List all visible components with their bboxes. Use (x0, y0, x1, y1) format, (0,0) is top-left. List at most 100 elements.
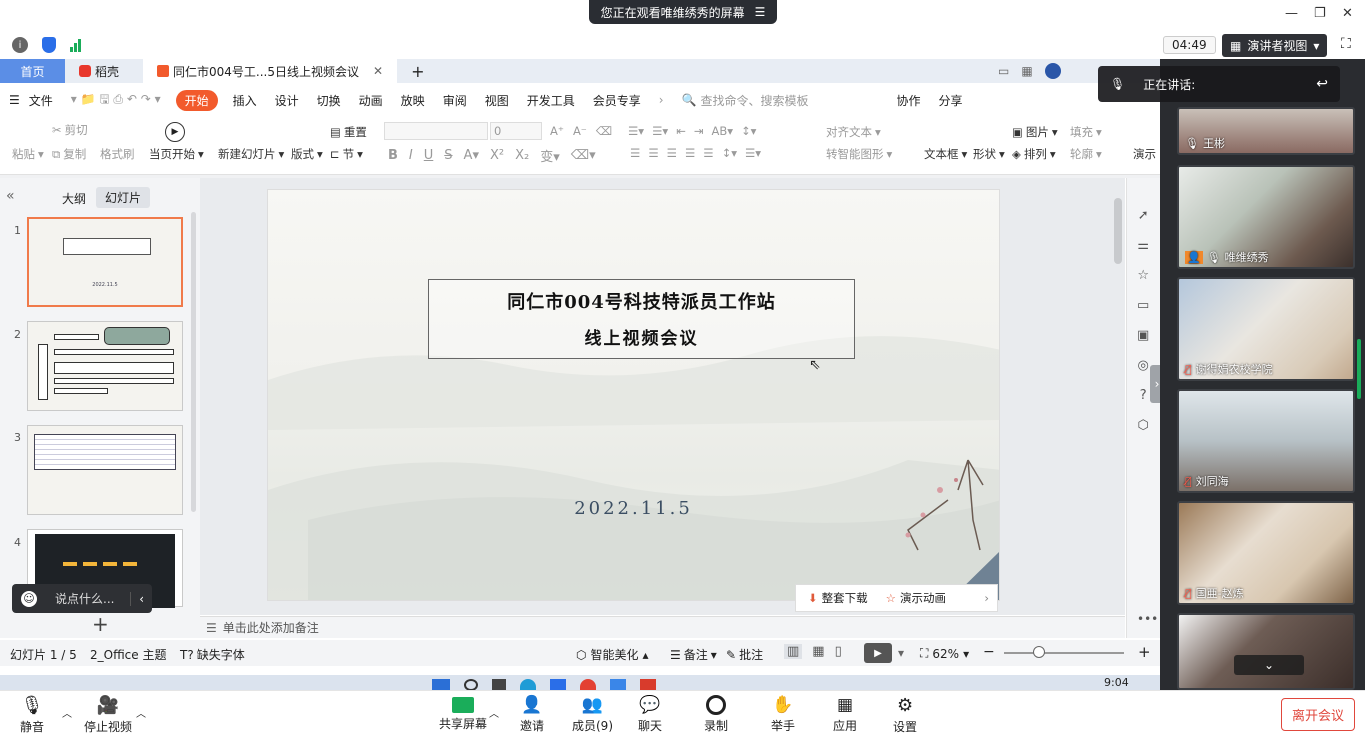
panel-scrollbar[interactable] (191, 212, 196, 512)
cube-icon[interactable]: ⬡ (1137, 418, 1148, 433)
paste-button[interactable]: 粘贴 ▾ (12, 146, 44, 162)
menu-animation[interactable]: 动画 (350, 92, 392, 109)
play-icon[interactable]: ▶ (165, 122, 185, 142)
menu-start[interactable]: 开始 (175, 89, 218, 111)
beautify-button[interactable]: ⬡ 智能美化 ▴ (576, 646, 649, 663)
scroll-down-icon[interactable]: ⌄ (1234, 655, 1304, 675)
format-painter-button[interactable]: 格式刷 (100, 146, 135, 162)
share-button[interactable]: 分享 (930, 92, 972, 109)
slide-title-box[interactable]: 同仁市004号科技特派员工作站 线上视频会议 (428, 279, 855, 359)
tab-document[interactable]: 同仁市004号工...5日线上视频会议 ✕ (143, 59, 398, 83)
new-slide-button[interactable]: 新建幻灯片 ▾ (218, 146, 284, 162)
close-tab-icon[interactable]: ✕ (373, 64, 383, 78)
play-current-button[interactable]: 当页开始 ▾ (149, 146, 204, 162)
restore-icon[interactable]: ❐ (1314, 6, 1326, 21)
back-arrow-icon[interactable]: ↩ (1316, 76, 1328, 92)
more-icon[interactable]: ••• (1137, 612, 1158, 626)
collab-button[interactable]: 协作 (888, 92, 930, 109)
share-screen-button[interactable]: 共享屏幕 (439, 695, 487, 732)
stop-video-button[interactable]: 🎥 停止视频 (84, 695, 132, 735)
search-commands[interactable]: 🔍 查找命令、搜索模板 (673, 92, 818, 109)
video-tile[interactable]: 🎙 王彬 (1177, 107, 1355, 155)
slide-thumbnail-1[interactable]: 2022.11.5 (27, 217, 183, 307)
animation-demo-link[interactable]: 演示动画 (900, 590, 946, 606)
video-tile[interactable]: 🎙̸ 刘同海 (1177, 389, 1355, 493)
list-group[interactable]: ☰▾ ☰▾ ⇤ ⇥ AB▾ ↕▾ (628, 124, 756, 138)
theme-name[interactable]: 2_Office 主题 (90, 646, 166, 663)
video-tile[interactable]: 👤 🎙 唯维绣秀 (1177, 165, 1355, 269)
signal-icon[interactable] (70, 38, 81, 52)
zoom-in-icon[interactable]: + (1138, 643, 1151, 661)
quick-access-icons[interactable]: ▾ 📁 🖫 ⎙ ↶ ↷ ▾ (62, 90, 170, 111)
image-edit-icon[interactable]: ▣ (1137, 328, 1149, 343)
menu-review[interactable]: 审阅 (434, 92, 476, 109)
new-tab-icon[interactable]: + (397, 59, 438, 83)
layout-icon[interactable]: ▭ (998, 64, 1009, 78)
tab-outline[interactable]: 大纲 (62, 190, 86, 207)
align-text-button[interactable]: 对齐文本 ▾ (826, 124, 881, 140)
fill-button[interactable]: 填充 ▾ (1070, 124, 1102, 140)
paragraph-align-group[interactable]: ☰ ☰ ☰ ☰ ☰ ↕▾ ☰▾ (630, 146, 761, 160)
tab-home[interactable]: 首页 (0, 59, 65, 83)
cut-button[interactable]: ✂ 剪切 (52, 122, 88, 138)
font-style-group[interactable]: B I U S A▾ X² X₂ 变▾ ⌫▾ (388, 146, 596, 165)
tab-straw[interactable]: 稻壳 (65, 59, 133, 83)
apps-button[interactable]: ▦ 应用 (833, 695, 857, 734)
notes-bar[interactable]: ☰ 单击此处添加备注 (200, 616, 1125, 638)
comment-button[interactable]: ✎ 批注 (726, 646, 763, 663)
zoom-control[interactable]: ⛶ 62% ▾ (920, 646, 969, 661)
slide-thumbnail-3[interactable] (27, 425, 183, 515)
menu-vip[interactable]: 会员专享 (584, 92, 650, 109)
avatar[interactable] (1044, 63, 1061, 79)
menu-file[interactable]: 文件 (29, 92, 62, 109)
collapse-panel-icon[interactable]: « (6, 188, 15, 204)
section-button[interactable]: ⊏ 节 ▾ (330, 146, 363, 162)
add-slide-icon[interactable]: + (92, 612, 109, 636)
outline-button[interactable]: 轮廓 ▾ (1070, 146, 1102, 162)
menu-insert[interactable]: 插入 (224, 92, 266, 109)
leave-meeting-button[interactable]: 离开会议 (1280, 698, 1355, 731)
canvas-scrollbar[interactable] (1114, 198, 1122, 264)
chat-button[interactable]: 💬 聊天 (638, 695, 662, 734)
smartart-button[interactable]: 转智能图形 ▾ (826, 146, 892, 162)
slide-canvas[interactable]: 同仁市004号科技特派员工作站 线上视频会议 2022.11.5 (267, 189, 1000, 601)
settings-button[interactable]: ⚙ 设置 (893, 695, 917, 735)
menu-view[interactable]: 视图 (476, 92, 518, 109)
record-button[interactable]: 录制 (704, 695, 728, 734)
menu-transition[interactable]: 切换 (308, 92, 350, 109)
raise-hand-button[interactable]: ✋ 举手 (771, 695, 795, 734)
slideshow-dropdown-icon[interactable]: ▾ (898, 646, 904, 660)
pin-icon[interactable]: ☆ (1137, 268, 1149, 283)
help-icon[interactable]: ? (1140, 388, 1147, 403)
zoom-slider[interactable] (1004, 652, 1124, 654)
missing-font-button[interactable]: T? 缺失字体 (180, 646, 245, 663)
font-family-select[interactable] (384, 122, 488, 140)
menu-devtools[interactable]: 开发工具 (518, 92, 584, 109)
copy-button[interactable]: ⧉ 复制 (52, 146, 86, 162)
audio-options-chevron-icon[interactable]: ︿ (62, 705, 72, 720)
chevron-right-icon[interactable]: › (984, 591, 989, 605)
star-icon[interactable]: ☆ (886, 591, 896, 605)
video-tile[interactable]: 🎙̸ 谢得娟农校学院 (1177, 277, 1355, 381)
invite-button[interactable]: 👤 邀请 (520, 695, 544, 734)
arrange-button[interactable]: ◈ 排列 ▾ (1012, 146, 1056, 162)
slide-thumbnail-2[interactable] (27, 321, 183, 411)
chat-quick-input[interactable]: ☺ 说点什么... ‹ (12, 584, 152, 613)
download-icon[interactable]: ⬇ (808, 591, 818, 605)
tab-slides[interactable]: 幻灯片 (96, 187, 151, 208)
slides-icon[interactable]: ▭ (1137, 298, 1149, 313)
grid-icon[interactable]: ▦ (1021, 64, 1032, 78)
mute-button[interactable]: 🎙 静音 (20, 695, 44, 735)
video-tile[interactable]: 🎙̸ 国亜-赵炼 (1177, 501, 1355, 605)
close-window-icon[interactable]: ✕ (1342, 6, 1353, 21)
minimize-icon[interactable]: — (1285, 6, 1298, 21)
textbox-button[interactable]: 文本框 ▾ (924, 146, 967, 162)
members-button[interactable]: 👥 成员(9) (572, 695, 613, 734)
font-grow-group[interactable]: A⁺ A⁻ ⌫ (550, 124, 612, 138)
sorter-view-icon[interactable]: ▦ (812, 644, 824, 659)
security-shield-icon[interactable] (42, 37, 56, 53)
notes-toggle-button[interactable]: ☰ 备注 ▾ (670, 646, 717, 663)
video-options-chevron-icon[interactable]: ︿ (136, 705, 146, 720)
reset-button[interactable]: ▤ 重置 (330, 124, 367, 140)
fullscreen-icon[interactable]: ⛶ (1341, 36, 1351, 52)
